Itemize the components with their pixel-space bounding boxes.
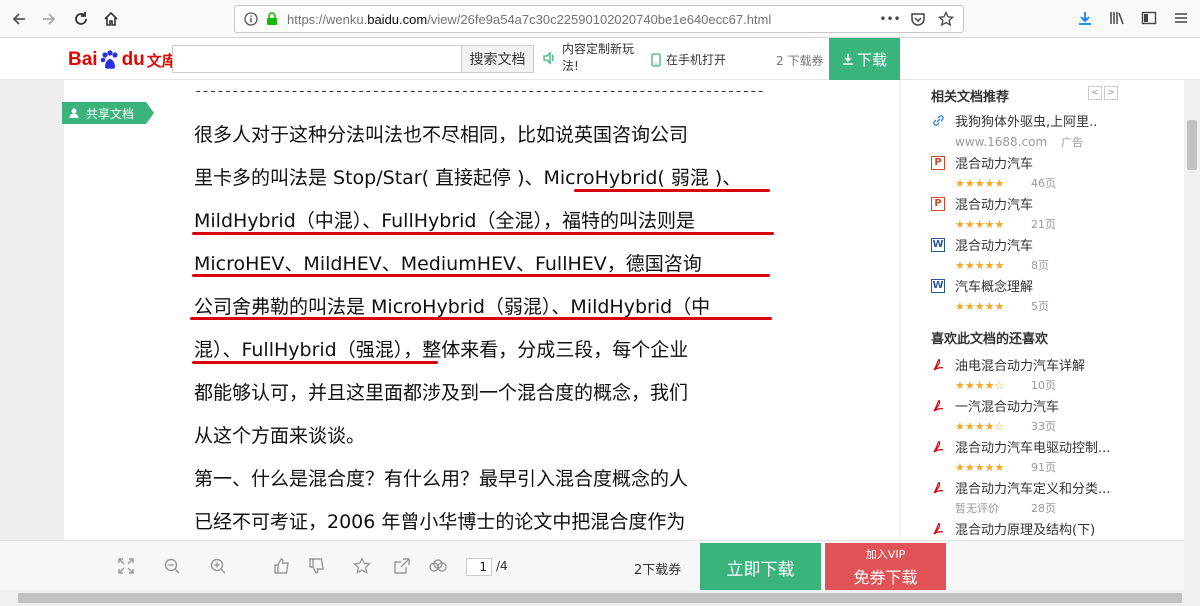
download-now-button[interactable]: 立即下载 [700,543,821,591]
prev-arrow-icon[interactable]: < [1088,86,1102,100]
pdf-file-icon [931,358,945,372]
scrollbar-thumb[interactable] [18,593,1182,603]
fullscreen-icon[interactable] [116,556,136,576]
also-item[interactable]: 混合动力原理及结构(下) [931,519,1181,538]
home-icon[interactable] [98,6,124,32]
more-actions-icon[interactable]: ••• [879,10,900,28]
user-icon [69,108,79,118]
coupon-count: 2 下载券 [776,54,824,68]
red-underline [190,317,772,320]
back-arrow-icon[interactable] [6,6,32,32]
library-icon[interactable] [1108,9,1126,27]
paw-icon [100,50,118,69]
lock-icon [263,12,281,26]
separator-dashes: ----------------------------------------… [194,84,765,100]
baidu-wenku-logo[interactable]: Bai du 文库 [68,47,177,73]
bookmark-star-icon[interactable] [937,10,955,28]
custom-content-promo[interactable]: 内容定制新玩法! [542,41,638,75]
word-file-icon: W [931,278,945,293]
download-arrow-icon[interactable] [1076,9,1094,27]
ppt-file-icon: P [931,155,945,170]
word-file-icon: W [931,237,945,252]
site-header: Bai du 文库 搜索文档 内容定制新玩法! 在手机打开 2 下载券 下载 [0,38,1200,80]
red-underline [192,361,438,364]
shared-document-tag: 共享文档 [62,102,155,124]
info-icon[interactable] [239,12,263,26]
related-item[interactable]: P 混合动力汽车 ★★★★★ 46页 [931,153,1181,191]
zoom-out-icon[interactable] [162,556,182,576]
thumbs-up-icon[interactable] [272,556,292,576]
sidebar-toggle-icon[interactable] [1140,9,1158,27]
scrollbar-thumb[interactable] [1187,120,1197,170]
doc-line: MicroHEV、MildHEV、MediumHEV、FullHEV，德国咨询 [194,253,702,275]
vertical-scrollbar[interactable] [1184,80,1200,590]
also-item[interactable]: 一汽混合动力汽车 ★★★★☆ 33页 [931,396,1181,434]
thumbs-down-icon[interactable] [307,556,327,576]
also-item[interactable]: 混合动力汽车电驱动控制... ★★★★★ 91页 [931,437,1181,475]
red-underline [574,189,770,192]
doc-line: 从这个方面来谈谈。 [194,425,366,447]
red-underline [192,232,774,235]
document-text: 很多人对于这种分法叫法也不尽相同，比如说英国咨询公司 里卡多的叫法是 Stop/… [194,114,784,544]
doc-line: 已经不可考证，2006 年曾小华博士的论文中把混合度作为 [194,511,686,533]
doc-line: 公司舍弗勒的叫法是 MicroHybrid（弱混）、MildHybrid（中 [194,296,711,318]
search-input[interactable] [172,45,462,73]
doc-line: 混）、FullHybrid（强混），整体来看，分成三段，每个企业 [194,339,689,361]
related-item[interactable]: W 混合动力汽车 ★★★★★ 8页 [931,235,1181,273]
phone-icon [651,52,661,67]
speaker-icon [543,51,554,65]
search-button[interactable]: 搜索文档 [462,45,534,73]
related-item-ad[interactable]: 我狗狗体外驱虫,上阿里.. www.1688.com 广告 [931,111,1181,150]
favorite-star-icon[interactable] [352,556,372,576]
pdf-file-icon [931,522,945,536]
zoom-in-icon[interactable] [208,556,228,576]
doc-line: 第一、什么是混合度？有什么用？最早引入混合度概念的人 [194,468,689,490]
doc-line: 很多人对于这种分法叫法也不尽相同，比如说英国咨询公司 [194,124,689,146]
reload-icon[interactable] [68,6,94,32]
related-item[interactable]: W 汽车概念理解 ★★★★★ 5页 [931,276,1181,314]
cloud-save-icon[interactable] [428,556,448,576]
doc-line: MildHybrid（中混）、FullHybrid（全混），福特的叫法则是 [194,210,695,232]
horizontal-scrollbar[interactable] [0,590,1200,606]
address-bar[interactable]: https://wenku.baidu.com/view/26fe9a54a7c… [234,5,964,33]
related-item[interactable]: P 混合动力汽车 ★★★★★ 21页 [931,194,1181,232]
page-total: /4 [496,559,508,573]
download-icon [842,54,853,65]
browser-toolbar: https://wenku.baidu.com/view/26fe9a54a7c… [0,0,1200,38]
doc-line: 都能够认可，并且这里面都涉及到一个混合度的概念，我们 [194,382,689,404]
vip-free-download-button[interactable]: 加入VIP 免券下载 [825,543,946,591]
pocket-icon[interactable] [909,10,927,28]
also-item[interactable]: 混合动力汽车定义和分类... 暂无评价 28页 [931,478,1181,516]
also-item[interactable]: 油电混合动力汽车详解 ★★★★☆ 10页 [931,355,1181,393]
reader-toolbar: 1 /4 2下载券 立即下载 加入VIP 免券下载 [0,540,1184,591]
next-arrow-icon[interactable]: > [1104,86,1118,100]
pdf-file-icon [931,481,945,495]
also-liked-heading: 喜欢此文档的还喜欢 [931,332,1049,347]
forward-arrow-icon[interactable] [36,6,62,32]
open-on-mobile-link[interactable]: 在手机打开 [651,51,726,68]
red-underline [192,274,770,277]
menu-icon[interactable] [1172,9,1190,27]
bottom-coupon-count: 2下载券 [634,563,682,578]
page-number-input[interactable]: 1 [466,558,492,576]
related-docs-heading: 相关文档推荐 [931,90,1010,105]
download-button[interactable]: 下载 [829,38,900,80]
link-icon [931,114,945,128]
doc-line: 里卡多的叫法是 Stop/Star( 直接起停 )、MicroHybrid( 弱… [194,167,742,189]
pdf-file-icon [931,440,945,454]
recommendation-sidebar: 相关文档推荐 < > 我狗狗体外驱虫,上阿里.. www.1688.com 广告 … [900,80,1184,540]
ppt-file-icon: P [931,196,945,211]
share-icon[interactable] [392,556,412,576]
pdf-file-icon [931,399,945,413]
url-text: https://wenku.baidu.com/view/26fe9a54a7c… [287,11,772,27]
